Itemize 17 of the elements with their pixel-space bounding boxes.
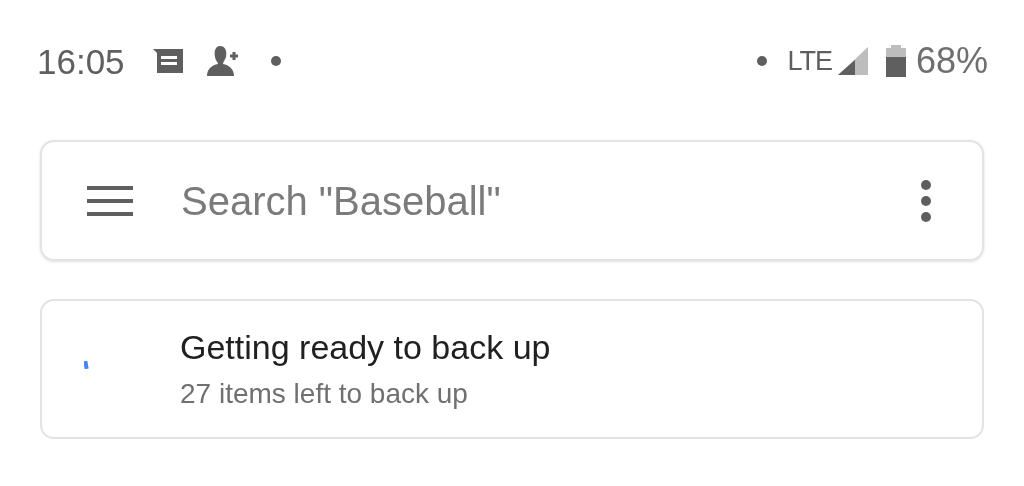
backup-subtitle: 27 items left to back up (180, 377, 469, 411)
message-icon (152, 48, 183, 74)
network-type: LTE (787, 47, 832, 75)
spinner-icon (84, 361, 89, 369)
dot-icon (270, 56, 281, 66)
signal-icon (837, 47, 868, 75)
add-person-icon (206, 46, 241, 76)
search-bar[interactable]: Search "Baseball" (40, 140, 984, 261)
backup-card[interactable]: Getting ready to back up 27 items left to back up (40, 299, 984, 439)
backup-title: Getting ready to back up (180, 327, 551, 367)
dot-icon (757, 56, 768, 66)
menu-icon[interactable] (87, 185, 133, 216)
battery-percent: 68% (915, 43, 988, 79)
search-placeholder: Search "Baseball" (181, 180, 502, 221)
battery-icon (885, 45, 906, 77)
more-options-icon[interactable] (920, 179, 932, 222)
clock-time: 16:05 (37, 43, 125, 79)
